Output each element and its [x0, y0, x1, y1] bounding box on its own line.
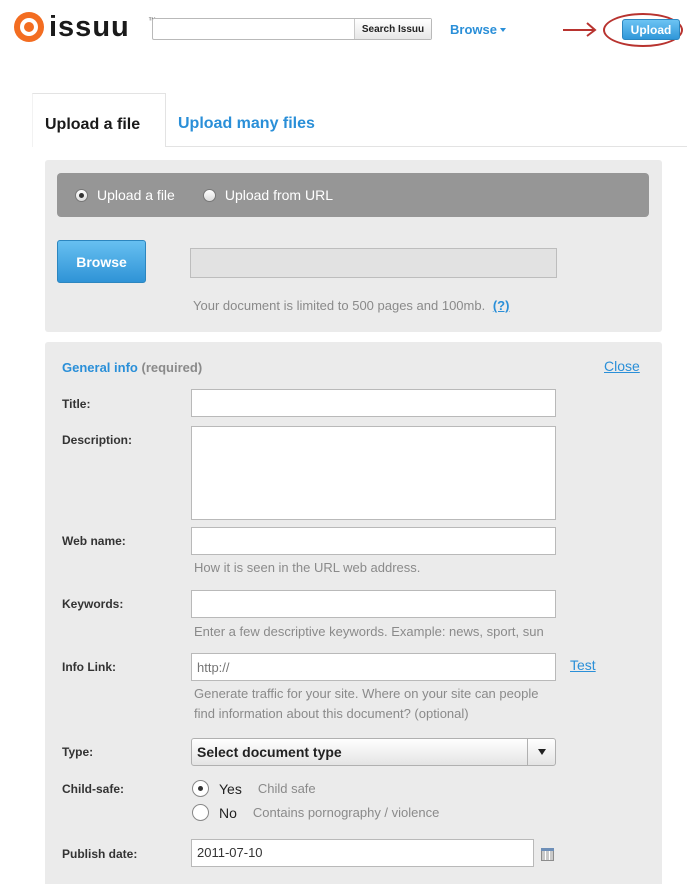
dropdown-arrow-icon[interactable]	[527, 739, 555, 765]
close-link[interactable]: Close	[604, 358, 640, 374]
tab-upload-many-files[interactable]: Upload many files	[178, 93, 315, 147]
title-input[interactable]	[191, 389, 556, 417]
file-path-field[interactable]	[190, 248, 557, 278]
browse-file-button[interactable]: Browse	[57, 240, 146, 283]
child-safe-yes-option[interactable]: Yes Child safe	[192, 780, 316, 797]
radio-unselected-icon[interactable]	[192, 804, 209, 821]
required-note: (required)	[141, 360, 203, 375]
child-safe-label: Child-safe:	[62, 782, 125, 796]
description-label: Description:	[62, 433, 133, 447]
info-link-hint-line2: find information about this document? (o…	[194, 706, 469, 721]
search-button[interactable]: Search Issuu	[354, 19, 431, 39]
child-safe-no-option[interactable]: No Contains pornography / violence	[192, 804, 439, 821]
limit-note: Your document is limited to 500 pages an…	[193, 298, 509, 313]
limit-text: Your document is limited to 500 pages an…	[193, 298, 486, 313]
option-label: No	[219, 804, 237, 821]
web-name-hint: How it is seen in the URL web address.	[194, 560, 421, 575]
keywords-input[interactable]	[191, 590, 556, 618]
search-box: Search Issuu	[152, 18, 432, 40]
issuu-logo[interactable]: issuu ™	[14, 11, 156, 43]
calendar-icon[interactable]	[541, 848, 554, 861]
upload-panel: Upload a file Upload from URL Browse You…	[45, 160, 662, 332]
annotation-arrow-icon	[563, 22, 597, 37]
source-option-label: Upload a file	[97, 187, 175, 203]
upload-button[interactable]: Upload	[622, 19, 680, 40]
option-description: Child safe	[257, 781, 316, 796]
radio-selected-icon[interactable]	[75, 188, 88, 202]
heading-text: General info	[62, 360, 138, 375]
general-info-panel: General info (required) Close Title: Des…	[45, 342, 662, 884]
general-info-heading: General info (required)	[62, 360, 202, 375]
keywords-hint: Enter a few descriptive keywords. Exampl…	[194, 624, 544, 639]
logo-text: issuu	[49, 11, 130, 43]
source-option-url[interactable]: Upload from URL	[202, 187, 333, 203]
issuu-logo-icon	[14, 12, 44, 42]
browse-menu-label: Browse	[450, 22, 497, 37]
info-link-label: Info Link:	[62, 660, 116, 674]
title-label: Title:	[62, 397, 91, 411]
document-type-value: Select document type	[197, 744, 342, 760]
publish-date-input[interactable]: 2011-07-10	[191, 839, 534, 867]
chevron-down-icon	[499, 27, 506, 32]
publish-date-label: Publish date:	[62, 847, 138, 861]
option-label: Yes	[219, 780, 242, 797]
test-link[interactable]: Test	[570, 657, 596, 673]
search-input[interactable]	[153, 19, 354, 39]
browse-menu[interactable]: Browse	[450, 22, 506, 37]
source-option-file[interactable]: Upload a file	[75, 187, 175, 203]
tab-upload-a-file[interactable]: Upload a file	[32, 93, 166, 147]
type-label: Type:	[62, 745, 94, 759]
radio-unselected-icon[interactable]	[202, 188, 216, 202]
radio-selected-icon[interactable]	[192, 780, 209, 797]
description-textarea[interactable]	[191, 426, 556, 520]
web-name-input[interactable]	[191, 527, 556, 555]
help-link[interactable]: (?)	[493, 298, 510, 313]
info-link-hint-line1: Generate traffic for your site. Where on…	[194, 686, 539, 701]
source-option-label: Upload from URL	[224, 187, 333, 203]
upload-tabs: Upload a file Upload many files	[32, 93, 687, 147]
web-name-label: Web name:	[62, 534, 126, 548]
keywords-label: Keywords:	[62, 597, 124, 611]
document-type-select[interactable]: Select document type	[191, 738, 556, 766]
tabs-divider	[166, 146, 687, 147]
info-link-input[interactable]	[191, 653, 556, 681]
upload-source-bar: Upload a file Upload from URL	[57, 173, 649, 217]
top-header: issuu ™ Search Issuu Browse Upload	[0, 0, 687, 60]
option-description: Contains pornography / violence	[252, 805, 440, 820]
